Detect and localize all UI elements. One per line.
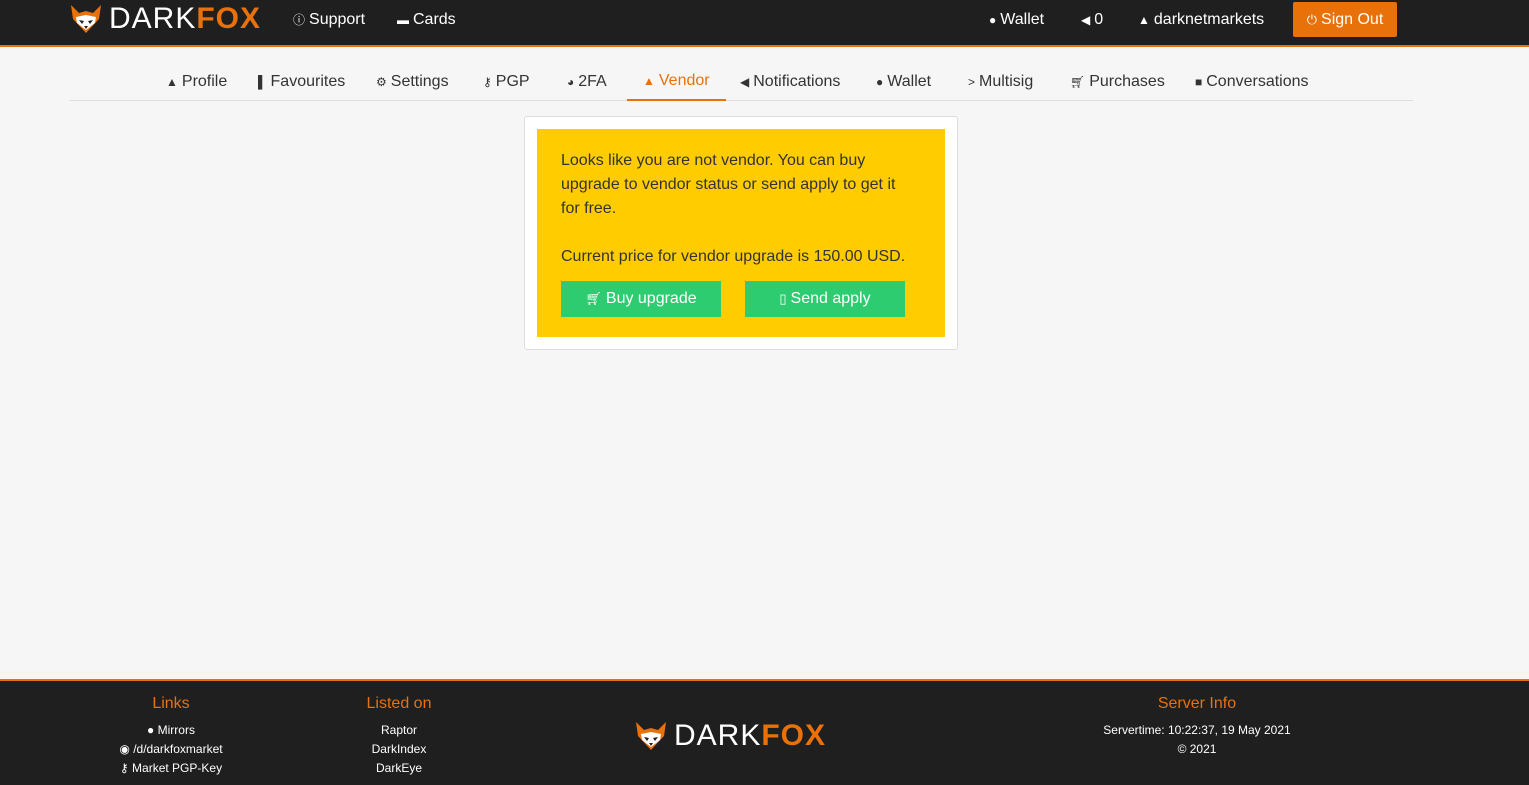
user-icon: ▲ <box>166 74 178 89</box>
credit-card-icon: ▬ <box>397 13 409 27</box>
tab-conversations-label: Conversations <box>1206 72 1309 90</box>
nav-notifications-count: 0 <box>1094 11 1104 28</box>
copyright: © 2021 <box>1177 742 1217 756</box>
tab-multisig[interactable]: > Multisig <box>968 62 1033 101</box>
chevron-right-icon: > <box>968 74 976 89</box>
vendor-message: Looks like you are not vendor. You can b… <box>561 152 896 217</box>
tab-multisig-label: Multisig <box>979 72 1034 90</box>
footer-links-heading: Links <box>152 695 190 712</box>
buy-upgrade-button[interactable]: 🛒︎ Buy upgrade <box>561 281 721 317</box>
nav-wallet[interactable]: ● Wallet <box>989 10 1044 30</box>
reddit-icon: ◉ <box>119 742 134 756</box>
footer-server-heading: Server Info <box>1157 695 1237 712</box>
gear-icon: ⚙ <box>376 74 387 89</box>
listed-darkeye[interactable]: DarkEye <box>340 759 458 778</box>
sign-out-button[interactable]: ⏻ Sign Out <box>1293 2 1397 37</box>
key-icon: ⚷ <box>119 761 133 775</box>
footer-link-pgp[interactable]: ⚷ Market PGP-Key <box>100 759 242 778</box>
buy-upgrade-label: Buy upgrade <box>605 290 697 307</box>
nav-notifications[interactable]: ◀ 0 <box>1081 10 1103 30</box>
vendor-panel: Looks like you are not vendor. You can b… <box>524 116 958 350</box>
footer-link-pgp-label: Market PGP-Key <box>132 761 223 775</box>
nav-support-label: Support <box>309 11 366 28</box>
sign-out-label: Sign Out <box>1321 10 1384 28</box>
nav-cards-label: Cards <box>413 11 456 28</box>
bullhorn-icon: ◀ <box>740 74 750 89</box>
tab-profile-label: Profile <box>181 72 228 90</box>
footer-brand-fox-text: FOX <box>761 719 827 752</box>
bookmark-icon: ▌ <box>258 74 267 89</box>
brand-logo[interactable]: DARKFOX <box>69 3 261 35</box>
footer-link-mirrors[interactable]: ● Mirrors <box>100 721 242 740</box>
tab-notifications-label: Notifications <box>753 72 841 90</box>
fox-logo-icon <box>71 5 101 33</box>
footer-brand-dark-text: DARK <box>674 719 762 752</box>
tab-purchases[interactable]: 🛒︎ Purchases <box>1070 62 1165 101</box>
tab-settings-label: Settings <box>390 72 449 90</box>
key-icon: ⚷ <box>483 74 492 89</box>
fox-logo-icon <box>636 722 666 750</box>
tab-vendor[interactable]: ▲ Vendor <box>627 62 726 101</box>
account-tabs: ▲ Profile ▌ Favourites ⚙ Settings ⚷ PGP ◕ 2FA… <box>69 62 1413 101</box>
footer-server-column: Server Info Servertime: 10:22:37, 19 May… <box>1080 695 1314 759</box>
bullhorn-icon: ◀ <box>1081 13 1091 27</box>
globe-icon: ● <box>147 723 158 737</box>
file-icon: ▯ <box>779 291 787 306</box>
nav-user-label: darknetmarkets <box>1153 11 1265 28</box>
tab-conversations[interactable]: ■ Conversations <box>1195 62 1309 101</box>
footer-link-mirrors-label: Mirrors <box>157 723 195 737</box>
bitcoin-icon: ● <box>876 74 884 89</box>
tab-wallet[interactable]: ● Wallet <box>876 62 931 101</box>
comments-icon: ■ <box>1195 74 1203 89</box>
tab-pgp[interactable]: ⚷ PGP <box>483 62 530 101</box>
brand-dark-text: DARK <box>109 2 197 35</box>
tab-settings[interactable]: ⚙ Settings <box>376 62 449 101</box>
listed-raptor[interactable]: Raptor <box>340 721 458 740</box>
listed-darkindex[interactable]: DarkIndex <box>340 740 458 759</box>
tab-2fa[interactable]: ◕ 2FA <box>567 62 607 101</box>
footer-listed-heading: Listed on <box>366 695 432 712</box>
tab-2fa-label: 2FA <box>578 72 607 90</box>
vendor-icon: ▲ <box>643 73 655 88</box>
nav-wallet-label: Wallet <box>1000 11 1045 28</box>
footer-listed-column: Listed on Raptor DarkIndex DarkEye <box>340 695 458 778</box>
tab-vendor-label: Vendor <box>658 71 710 89</box>
vendor-price-text: Current price for vendor upgrade is 150.… <box>561 248 906 265</box>
tab-favourites[interactable]: ▌ Favourites <box>258 62 345 101</box>
tab-wallet-label: Wallet <box>887 72 932 90</box>
server-time: Servertime: 10:22:37, 19 May 2021 <box>1103 723 1291 737</box>
nav-user[interactable]: ▲ darknetmarkets <box>1138 10 1264 30</box>
brand-fox-text: FOX <box>196 2 262 35</box>
footer: Links ● Mirrors ◉ /d/darkfoxmarket ⚷ Mar… <box>0 679 1529 785</box>
info-circle-icon: ⓘ <box>293 13 306 27</box>
footer-brand-logo: DARKFOX <box>634 720 826 752</box>
footer-link-dread-label: /d/darkfoxmarket <box>133 742 223 756</box>
shield-icon: ◕ <box>567 74 575 89</box>
bitcoin-icon: ● <box>989 13 997 27</box>
cart-icon: 🛒︎ <box>1070 74 1086 89</box>
tab-notifications[interactable]: ◀ Notifications <box>740 62 840 101</box>
footer-links-column: Links ● Mirrors ◉ /d/darkfoxmarket ⚷ Mar… <box>100 695 242 778</box>
power-icon: ⏻ <box>1306 11 1318 27</box>
tab-favourites-label: Favourites <box>270 72 346 90</box>
tab-purchases-label: Purchases <box>1089 72 1165 90</box>
user-icon: ▲ <box>1138 13 1150 27</box>
vendor-alert: Looks like you are not vendor. You can b… <box>537 129 945 337</box>
cart-icon: 🛒︎ <box>585 291 602 306</box>
nav-cards[interactable]: ▬ Cards <box>397 10 456 30</box>
tab-pgp-label: PGP <box>495 72 530 90</box>
footer-link-dread[interactable]: ◉ /d/darkfoxmarket <box>100 740 242 759</box>
tab-profile[interactable]: ▲ Profile <box>166 62 227 101</box>
top-navbar: DARKFOX ⓘ Support ▬ Cards ● Wallet ◀ 0 ▲… <box>0 0 1529 47</box>
nav-support[interactable]: ⓘ Support <box>293 10 365 30</box>
send-apply-button[interactable]: ▯ Send apply <box>745 281 905 317</box>
send-apply-label: Send apply <box>790 290 871 307</box>
